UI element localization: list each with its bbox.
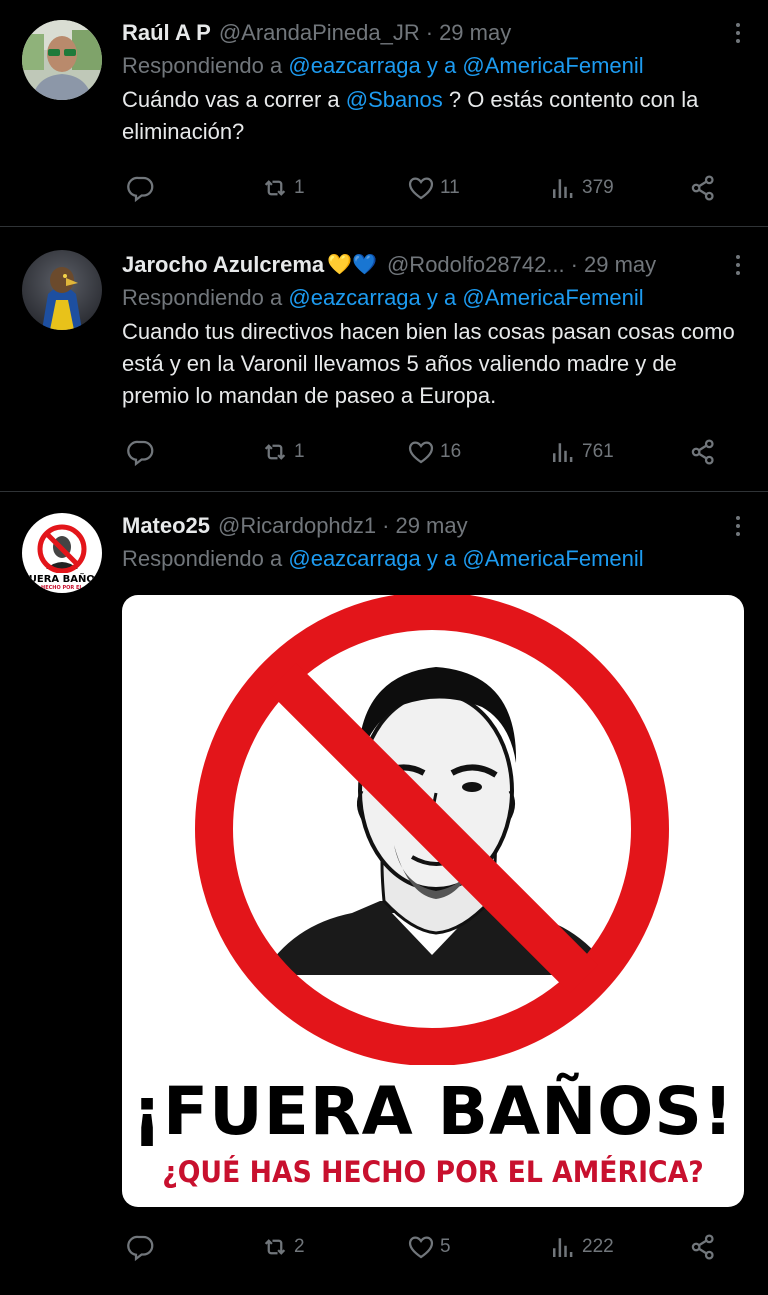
- views-button[interactable]: 222: [548, 1229, 614, 1265]
- like-button[interactable]: 11: [406, 170, 460, 206]
- display-name[interactable]: Raúl A P: [122, 16, 211, 50]
- tweet-date[interactable]: 29 may: [584, 248, 656, 282]
- tweet-1[interactable]: Raúl A P @ArandaPineda_JR · 29 may Respo…: [0, 0, 768, 227]
- avatar-jarocho[interactable]: [22, 250, 102, 330]
- retweet-button[interactable]: 1: [260, 170, 305, 206]
- separator: ·: [570, 252, 578, 277]
- retweet-count: 1: [294, 177, 305, 198]
- replying-prefix: Respondiendo a: [122, 285, 283, 310]
- views-button[interactable]: 379: [548, 170, 614, 206]
- retweet-count: 1: [294, 441, 305, 462]
- tweet-image[interactable]: ¡FUERA BAÑOS! ¿QUÉ HAS HECHO POR EL AMÉR…: [122, 595, 744, 1207]
- view-count: 379: [582, 177, 614, 198]
- tweet-2[interactable]: Jarocho Azulcrema 💛💙 @Rodolfo28742... · …: [0, 228, 768, 492]
- replying-prefix: Respondiendo a: [122, 546, 283, 571]
- user-handle[interactable]: @ArandaPineda_JR: [219, 16, 420, 50]
- view-count: 761: [582, 441, 614, 462]
- like-button[interactable]: 5: [406, 1229, 451, 1265]
- more-icon[interactable]: [728, 248, 748, 282]
- replying-to: Respondiendo a @eazcarraga y a @AmericaF…: [122, 50, 748, 82]
- mention-link[interactable]: @eazcarraga: [288, 285, 420, 310]
- user-handle[interactable]: @Ricardophdz1: [218, 509, 376, 543]
- more-icon[interactable]: [728, 509, 748, 543]
- user-handle[interactable]: @Rodolfo28742...: [387, 248, 565, 282]
- separator: ·: [425, 20, 434, 45]
- retweet-button[interactable]: 1: [260, 434, 305, 470]
- like-count: 11: [440, 177, 460, 198]
- retweet-icon: [264, 1239, 286, 1255]
- tweet-header: Jarocho Azulcrema 💛💙 @Rodolfo28742... · …: [122, 248, 748, 282]
- retweet-count: 2: [294, 1236, 305, 1257]
- svg-text:¡FUERA BAÑOS!: ¡FUERA BAÑOS!: [22, 572, 102, 585]
- mention-link[interactable]: @AmericaFemenil: [462, 53, 643, 78]
- avatar-mateo[interactable]: ¡FUERA BAÑOS! ¿QUÉ HAS HECHO POR EL AMÉR…: [22, 513, 102, 593]
- retweet-icon: [264, 180, 286, 196]
- replying-to: Respondiendo a @eazcarraga y a @AmericaF…: [122, 282, 748, 314]
- share-button[interactable]: [688, 434, 718, 470]
- replying-and[interactable]: y a: [427, 53, 456, 78]
- views-icon: [553, 179, 573, 198]
- mention-link[interactable]: @eazcarraga: [288, 53, 420, 78]
- avatar-raul[interactable]: [22, 20, 102, 100]
- tweet-text-part: Cuándo vas a correr a: [122, 87, 346, 112]
- mention-link[interactable]: @AmericaFemenil: [462, 546, 643, 571]
- svg-text:¿QUÉ HAS HECHO POR EL AMÉRICA?: ¿QUÉ HAS HECHO POR EL AMÉRICA?: [22, 583, 102, 591]
- replying-prefix: Respondiendo a: [122, 53, 283, 78]
- image-headline: ¡FUERA BAÑOS!: [131, 1073, 735, 1150]
- view-count: 222: [582, 1236, 614, 1257]
- share-icon: [691, 175, 714, 201]
- like-count: 5: [440, 1236, 451, 1257]
- tweet-actions: 1 16 761: [122, 434, 726, 470]
- tweet-date[interactable]: 29 may: [439, 16, 511, 50]
- like-button[interactable]: 16: [406, 434, 461, 470]
- share-button[interactable]: [688, 170, 718, 206]
- mention-link[interactable]: @Sbanos: [346, 87, 443, 112]
- tweet-actions: 1 11 379: [122, 170, 726, 206]
- display-name[interactable]: Mateo25: [122, 509, 210, 543]
- share-icon: [691, 439, 714, 465]
- reply-button[interactable]: [126, 1229, 160, 1265]
- replying-and[interactable]: y a: [427, 285, 456, 310]
- views-icon: [553, 443, 573, 462]
- share-button[interactable]: [688, 1229, 718, 1265]
- mention-link[interactable]: @eazcarraga: [288, 546, 420, 571]
- retweet-button[interactable]: 2: [260, 1229, 305, 1265]
- more-icon[interactable]: [728, 16, 748, 50]
- tweet-actions: 2 5 222: [122, 1229, 726, 1265]
- share-icon: [691, 1234, 714, 1260]
- replying-and[interactable]: y a: [427, 546, 456, 571]
- like-count: 16: [440, 441, 462, 462]
- tweet-text: Cuándo vas a correr a @Sbanos ? O estás …: [122, 84, 748, 148]
- like-icon: [408, 1236, 434, 1259]
- like-icon: [408, 441, 434, 464]
- reply-button[interactable]: [126, 170, 160, 206]
- tweet-date[interactable]: 29 may: [395, 509, 467, 543]
- display-name[interactable]: Jarocho Azulcrema: [122, 248, 324, 282]
- separator: ·: [382, 513, 390, 538]
- tweet-header: Mateo25 @Ricardophdz1 · 29 may: [122, 509, 748, 543]
- retweet-icon: [264, 444, 286, 460]
- reply-button[interactable]: [126, 434, 160, 470]
- display-name-emoji: 💛💙: [327, 254, 377, 276]
- mention-link[interactable]: @AmericaFemenil: [462, 285, 643, 310]
- image-subheadline: ¿QUÉ HAS HECHO POR EL AMÉRICA?: [162, 1155, 704, 1189]
- reply-icon: [127, 176, 154, 203]
- prohibited-portrait-graphic: [195, 595, 669, 1065]
- views-icon: [553, 1238, 573, 1257]
- tweet-3[interactable]: ¡FUERA BAÑOS! ¿QUÉ HAS HECHO POR EL AMÉR…: [0, 493, 768, 1295]
- reply-icon: [127, 440, 154, 467]
- reply-icon: [127, 1235, 154, 1262]
- tweet-text: Cuando tus directivos hacen bien las cos…: [122, 319, 735, 408]
- tweet-header: Raúl A P @ArandaPineda_JR · 29 may: [122, 16, 748, 50]
- replying-to: Respondiendo a @eazcarraga y a @AmericaF…: [122, 543, 748, 575]
- like-icon: [408, 177, 434, 200]
- views-button[interactable]: 761: [548, 434, 614, 470]
